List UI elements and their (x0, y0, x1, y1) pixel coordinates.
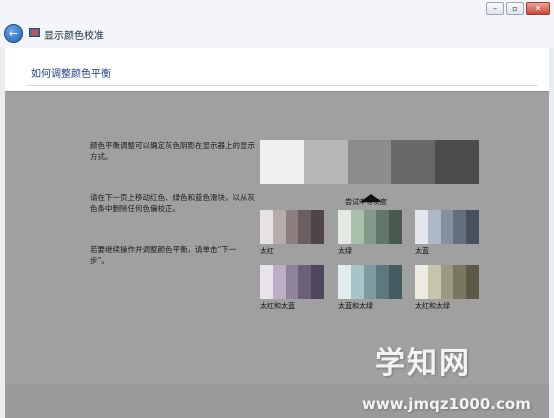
swatch-step (298, 210, 312, 244)
gray-bar-step (260, 140, 304, 184)
gray-bar-sample (260, 140, 479, 184)
swatch-step (440, 265, 454, 299)
close-icon: ✕ (534, 4, 542, 13)
swatch-step (285, 265, 299, 299)
swatch-step (415, 210, 428, 244)
swatch-step (260, 265, 273, 299)
swatch-label: 太红和太蓝 (260, 302, 295, 310)
swatch-step (376, 265, 390, 299)
header-divider (26, 85, 538, 86)
color-swatch (415, 265, 479, 299)
swatch-label: 太绿 (338, 247, 352, 255)
instruction-text-3: 若要继续操作并调整颜色平衡，请单击“下一步”。 (90, 245, 237, 265)
swatch-step (311, 265, 324, 299)
swatch-step (338, 265, 351, 299)
swatch-step (466, 210, 479, 244)
swatch-step (466, 265, 479, 299)
swatch-step (311, 210, 324, 244)
swatch-label: 太红和太绿 (415, 302, 450, 310)
swatch-label: 太红 (260, 247, 274, 255)
swatch-step (260, 210, 273, 244)
color-swatch (260, 265, 324, 299)
color-swatch (260, 210, 324, 244)
watermark-url: www.jmqz1000.com (362, 395, 531, 413)
header-panel: 如何调整颜色平衡 (5, 48, 549, 92)
minimize-icon: – (493, 4, 497, 13)
gray-bar-step (391, 140, 436, 184)
swatch-step (415, 265, 428, 299)
maximize-icon: ▫ (512, 4, 518, 13)
instruction-text-2: 请在下一页上移动红色、绿色和蓝色滑块，以从灰色条中删除任何色偏校正。 (90, 193, 255, 213)
swatch-step (427, 265, 441, 299)
page-heading: 如何调整颜色平衡 (31, 69, 111, 80)
swatch-step (440, 210, 454, 244)
swatch-step (350, 210, 364, 244)
maximize-button[interactable]: ▫ (506, 2, 524, 15)
instruction-text-1: 颜色平衡调整可以确定灰色阴影在显示器上的显示方式。 (90, 141, 255, 161)
back-button[interactable]: ← (4, 24, 23, 43)
swatch-step (363, 210, 377, 244)
swatch-step (285, 210, 299, 244)
swatch-label: 太蓝 (415, 247, 429, 255)
gray-bar-step (435, 140, 479, 184)
window-controls: – ▫ ✕ (486, 2, 550, 15)
swatch-step (427, 210, 441, 244)
gray-bar-caption: 尝试中等灰度 (345, 198, 387, 206)
swatch-step (272, 210, 286, 244)
watermark-brand: 学知网 (375, 346, 471, 381)
gray-bar-step (347, 140, 392, 184)
color-swatch (338, 210, 402, 244)
color-swatch (415, 210, 479, 244)
swatch-step (363, 265, 377, 299)
swatch-label: 太蓝和太绿 (338, 302, 373, 310)
swatch-step (389, 210, 402, 244)
back-arrow-icon: ← (8, 27, 19, 40)
gray-bar-step (303, 140, 348, 184)
swatch-step (272, 265, 286, 299)
swatch-step (376, 210, 390, 244)
swatch-step (453, 265, 467, 299)
swatch-step (389, 265, 402, 299)
swatch-step (453, 210, 467, 244)
display-calibration-icon (29, 28, 40, 37)
swatch-step (338, 210, 351, 244)
color-swatch (338, 265, 402, 299)
swatch-step (298, 265, 312, 299)
swatch-step (350, 265, 364, 299)
minimize-button[interactable]: – (486, 2, 504, 15)
window-title-bar: – ▫ ✕ ← 显示颜色校准 (0, 0, 554, 48)
close-button[interactable]: ✕ (526, 2, 550, 15)
window-title: 显示颜色校准 (44, 31, 104, 42)
